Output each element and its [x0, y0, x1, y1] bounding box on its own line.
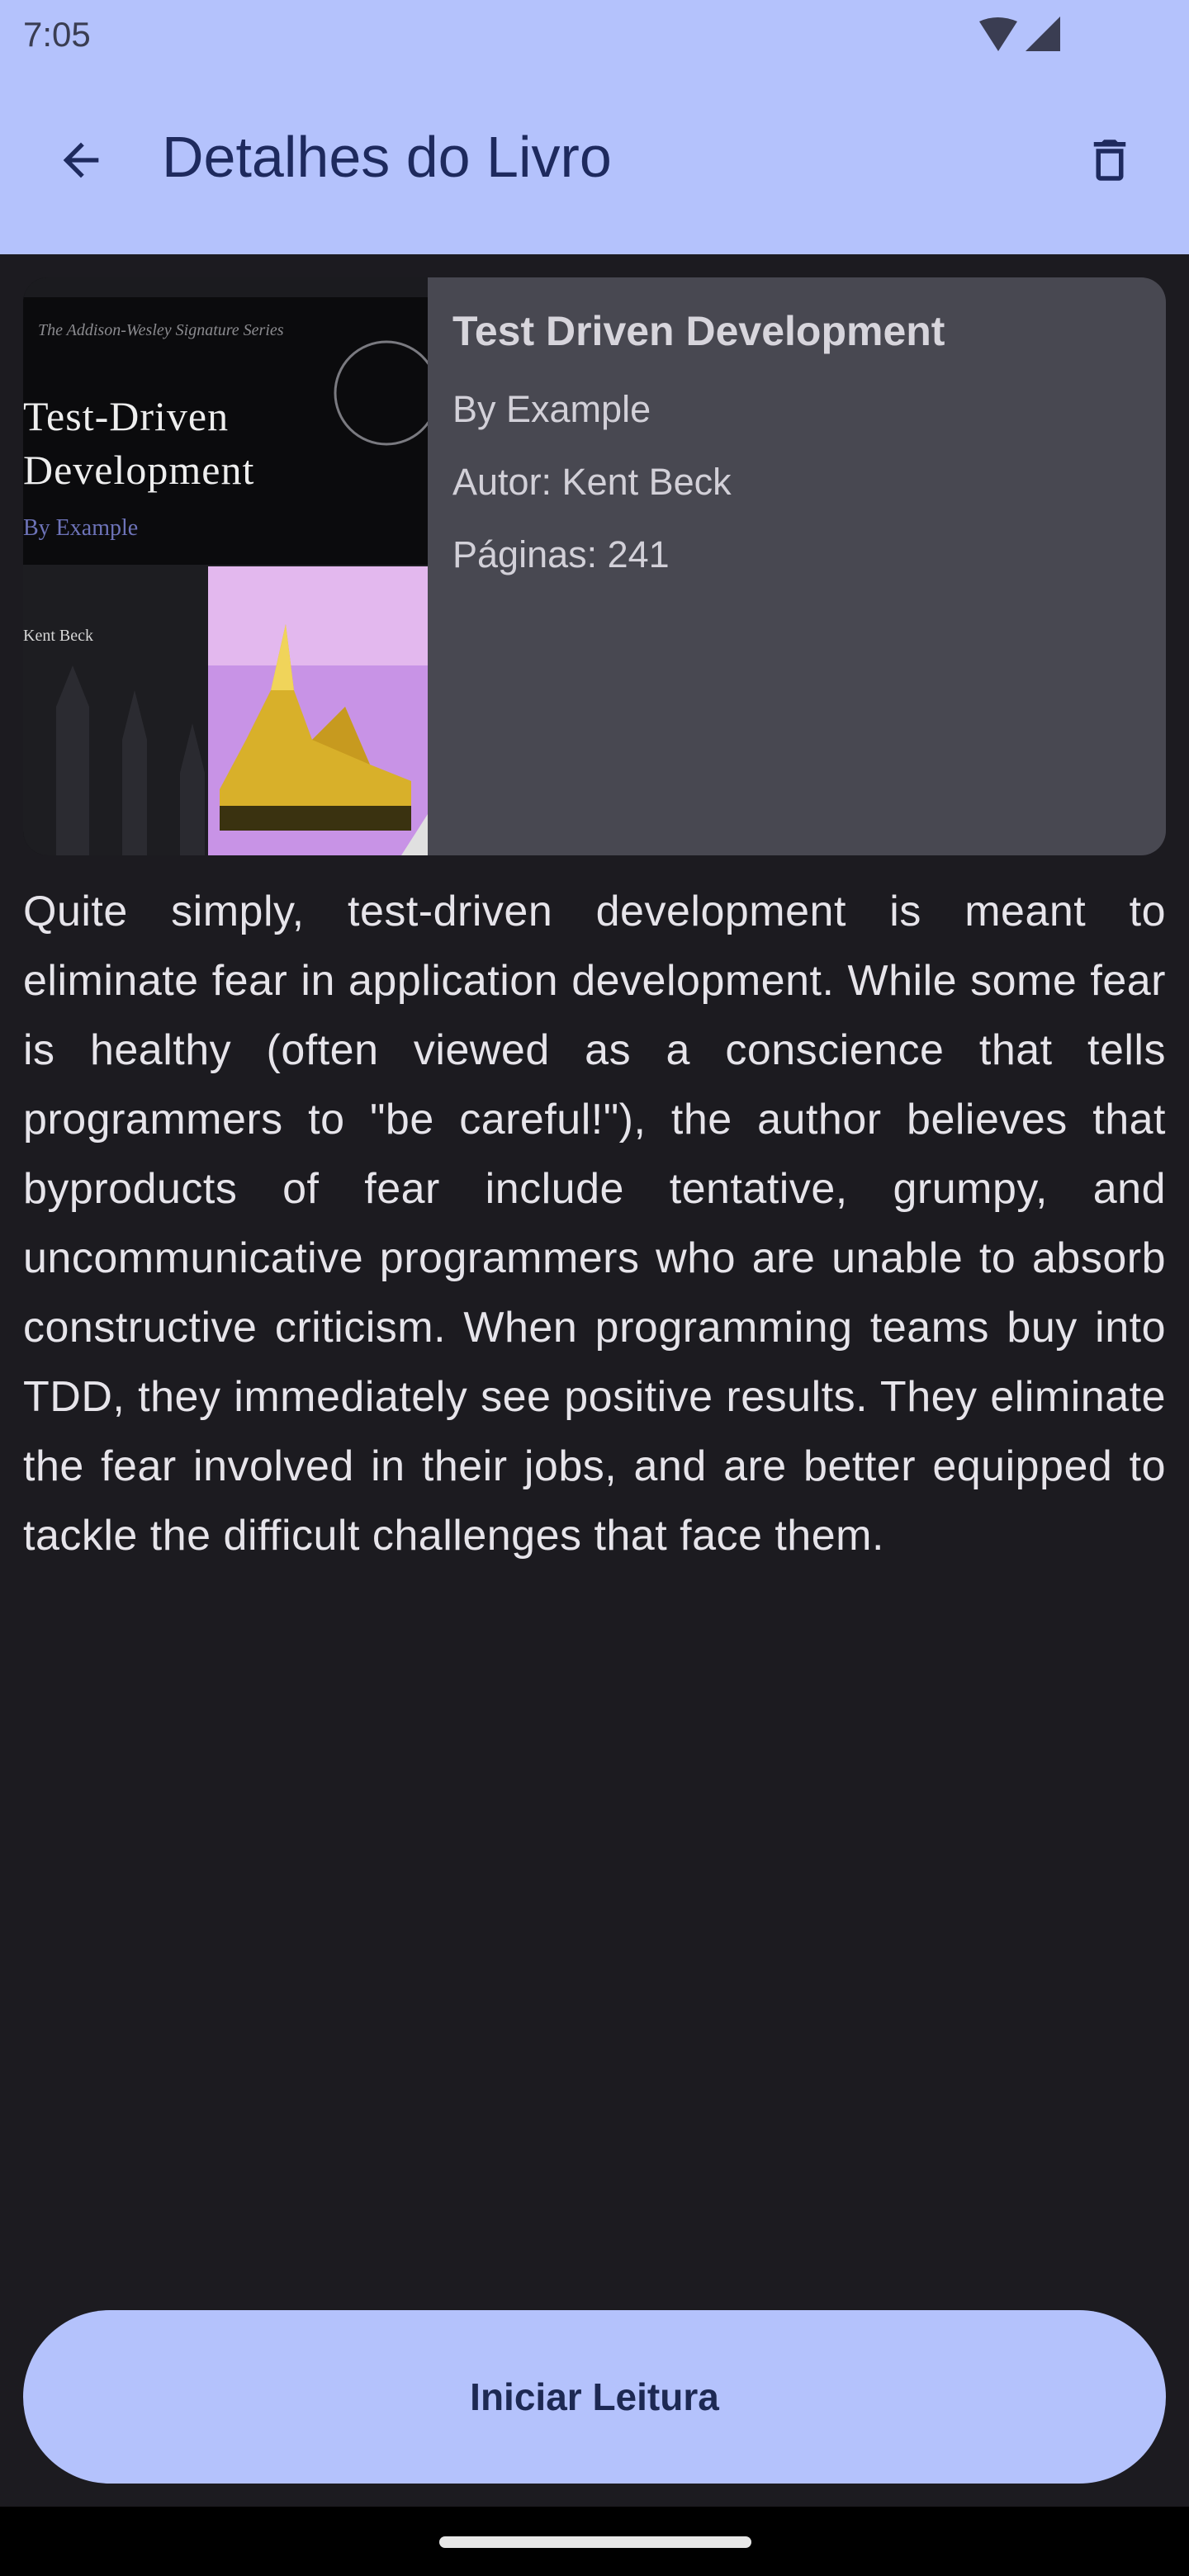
book-title: Test Driven Development	[452, 308, 945, 354]
cover-series: The Addison-Wesley Signature Series	[38, 321, 284, 339]
signal-icon	[1026, 17, 1060, 51]
status-icons	[979, 17, 1060, 51]
cover-author: Kent Beck	[23, 627, 93, 645]
page-title: Detalhes do Livro	[162, 125, 612, 189]
cover-title-line2: Development	[23, 447, 254, 493]
app-bar: Detalhes do Livro	[0, 74, 1189, 254]
book-subtitle: By Example	[452, 388, 651, 430]
wifi-icon	[979, 17, 1017, 51]
back-button[interactable]	[43, 122, 119, 198]
book-description: Quite simply, test-driven development is…	[23, 888, 1166, 1560]
trash-icon	[1093, 140, 1126, 181]
book-cover-image: The Addison-Wesley Signature Series Test…	[23, 277, 428, 855]
book-info: Test Driven Development By Example Autor…	[452, 307, 1141, 606]
navigation-bar	[0, 2507, 1189, 2576]
start-reading-button[interactable]: Iniciar Leitura	[23, 2310, 1166, 2484]
delete-button[interactable]	[1072, 122, 1148, 198]
cover-subtitle: By Example	[23, 515, 138, 541]
book-pages: Páginas: 241	[452, 533, 670, 575]
cover-art: The Addison-Wesley Signature Series Test…	[23, 277, 428, 855]
book-author: Autor: Kent Beck	[452, 461, 732, 503]
status-time: 7:05	[23, 15, 91, 54]
home-gesture-handle[interactable]	[439, 2536, 751, 2548]
status-bar: 7:05	[0, 0, 1189, 74]
cover-title-line1: Test-Driven	[23, 393, 229, 439]
arrow-back-icon	[63, 142, 99, 178]
book-card: The Addison-Wesley Signature Series Test…	[23, 277, 1166, 855]
